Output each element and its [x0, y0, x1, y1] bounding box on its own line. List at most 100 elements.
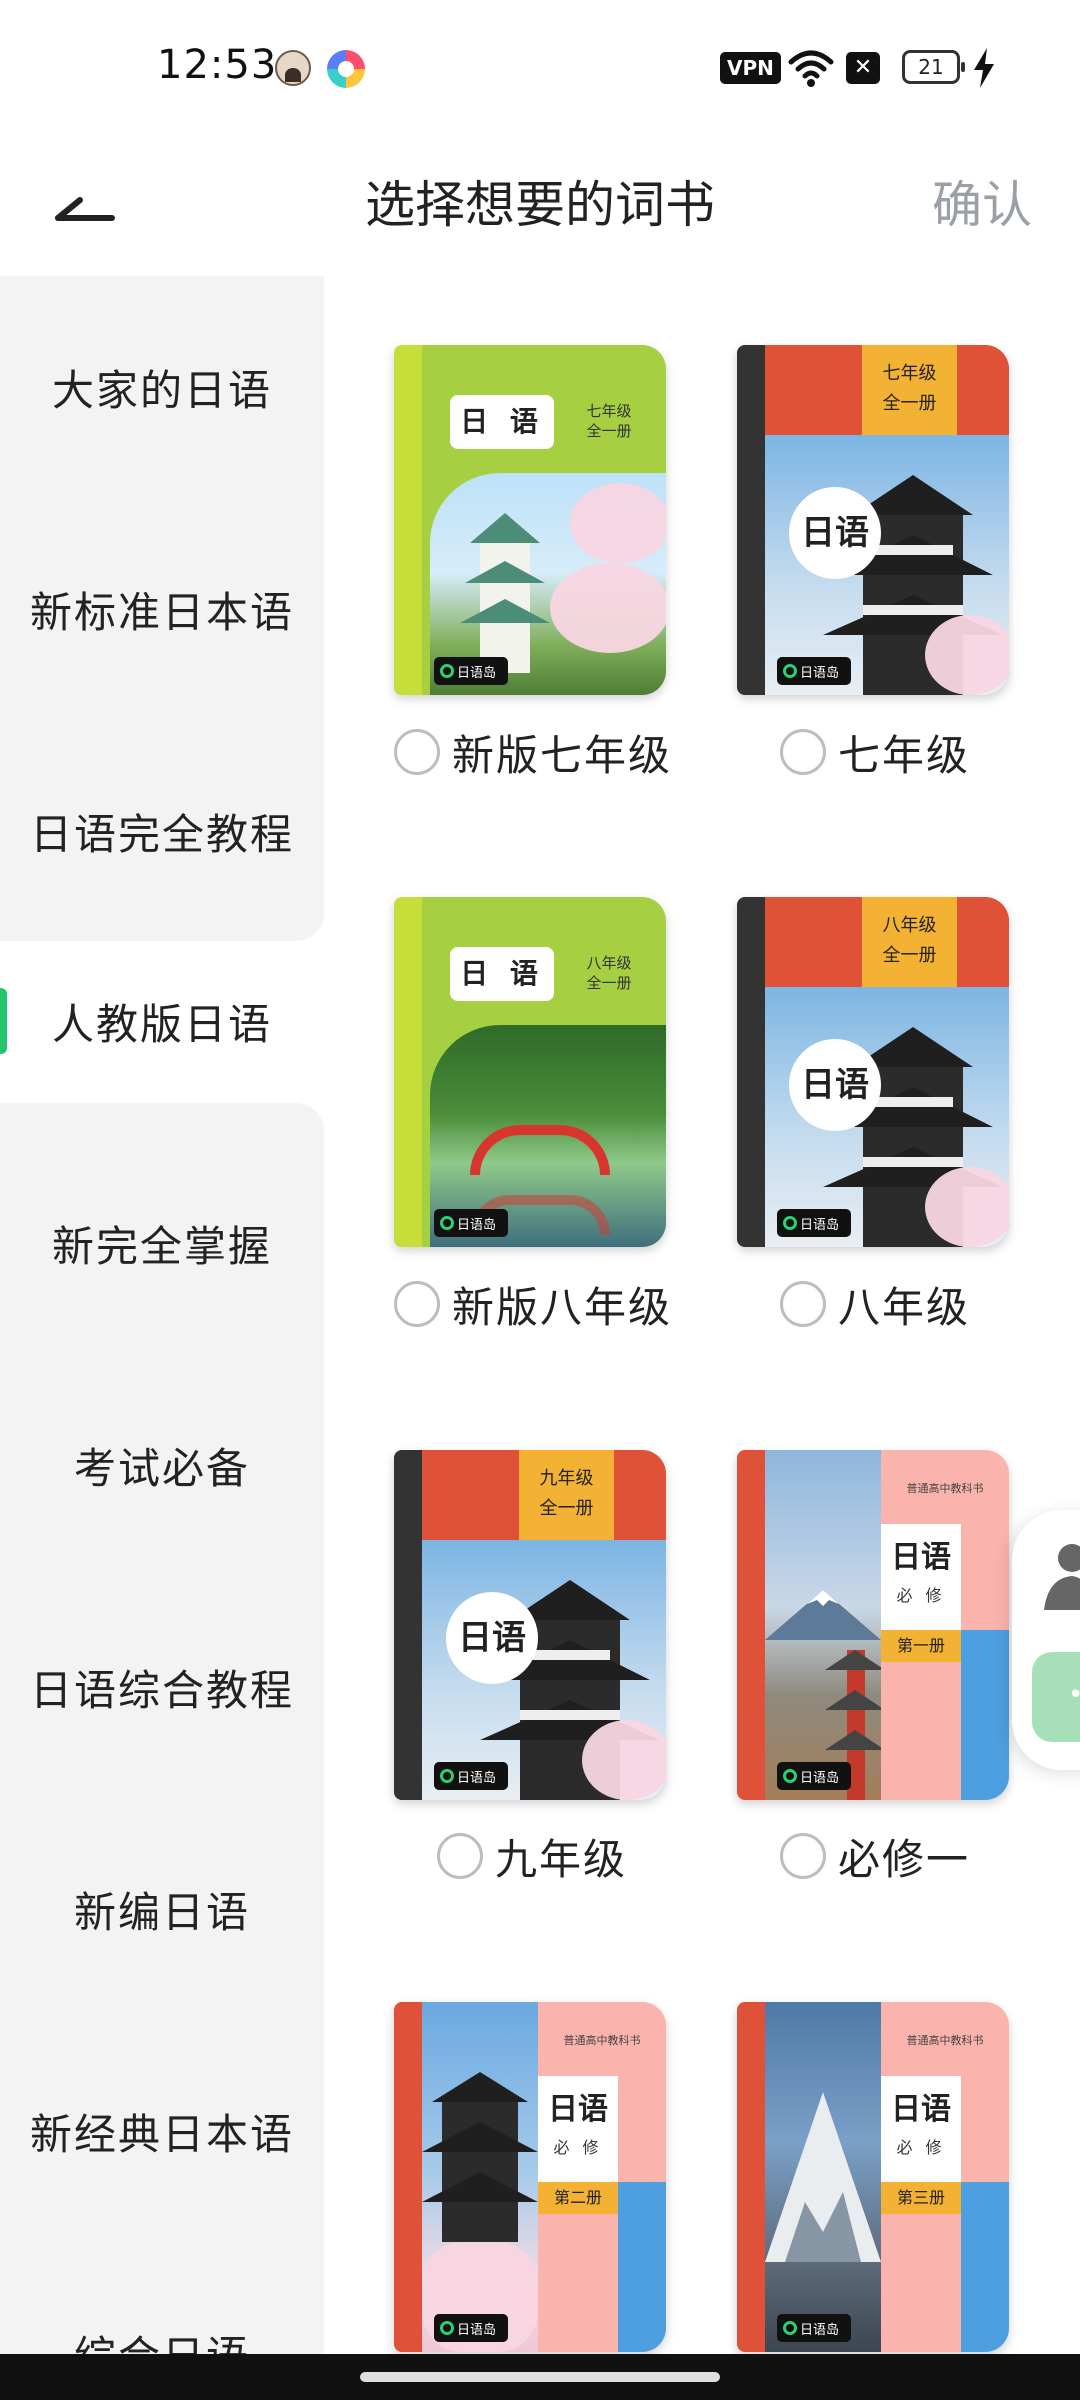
book-option[interactable]: 九年级: [437, 1826, 627, 1886]
book-cover[interactable]: 普通高中教科书 日语 必 修 第一册 日语岛: [737, 1450, 1009, 1800]
sidebar-item-new-kanzen-master[interactable]: 新完全掌握: [0, 1132, 324, 1354]
book-label: 必修一: [838, 1834, 971, 1884]
book-option[interactable]: 七年级: [780, 722, 970, 782]
cover-title: 日语: [891, 2092, 951, 2127]
cover-strip: [618, 2182, 666, 2352]
cover-volume: 第一册: [881, 1630, 961, 1662]
category-sidebar: 大家的日语 新标准日本语 日语完全教程 人教版日语 新完全掌握 考试必备 日语综…: [0, 276, 324, 2354]
cover-photo: [765, 1450, 885, 1800]
book-label: 新版八年级: [452, 1282, 673, 1332]
charging-bolt-icon: [974, 48, 994, 88]
grade-text: 七年级: [586, 402, 632, 420]
book-label: 新版七年级: [452, 730, 673, 780]
chat-button[interactable]: [1032, 1652, 1080, 1742]
cover-series: 普通高中教科书: [563, 2034, 641, 2047]
logo-badge: 日语岛: [434, 1209, 508, 1237]
radio-button[interactable]: [394, 729, 440, 775]
radio-button[interactable]: [394, 1281, 440, 1327]
screen: 12:53 VPN ✕ 21 选择想要的词书 确认 大家的日语 新标准日本语 日…: [0, 0, 1080, 2400]
sidebar-item-new-edition-japanese[interactable]: 新编日语: [0, 1798, 324, 2020]
book-option[interactable]: 八年级: [780, 1274, 970, 1334]
logo-badge: 日语岛: [777, 1762, 851, 1790]
book-spine: [737, 897, 765, 1247]
volume-text: 全一册: [882, 393, 937, 414]
book-label: 九年级: [495, 1834, 628, 1884]
cover-subtitle: 必 修: [896, 2138, 946, 2157]
book-spine: [394, 2002, 422, 2352]
sidebar-item-new-classic-japanese[interactable]: 新经典日本语: [0, 2020, 324, 2242]
logo-badge: 日语岛: [434, 1762, 508, 1790]
cover-title: 日语: [789, 1039, 881, 1131]
sidebar-item-new-standard-japanese[interactable]: 新标准日本语: [0, 498, 324, 720]
book-cover[interactable]: 日 语 七年级 全一册 日语岛: [394, 345, 666, 695]
book-label: 七年级: [838, 730, 971, 780]
cover-volume: 第三册: [881, 2182, 961, 2214]
sidebar-item-minna-no-nihongo[interactable]: 大家的日语: [0, 276, 324, 498]
person-icon: [1044, 1544, 1080, 1610]
pinwheel-icon: [327, 50, 365, 88]
logo-text: 日语岛: [800, 665, 840, 681]
wifi-icon: [788, 50, 834, 87]
book-option[interactable]: 新版八年级: [394, 1274, 672, 1334]
vpn-badge: VPN: [720, 52, 781, 84]
logo-text: 日语岛: [800, 1770, 840, 1786]
castle-illustration: [460, 513, 550, 673]
grade-text: 七年级: [882, 363, 937, 384]
cover-title: 日语: [789, 487, 881, 579]
cover-grade: 八年级 全一册: [862, 897, 957, 987]
mountain-illustration: [765, 2092, 881, 2262]
logo-icon: [783, 2321, 797, 2335]
logo-badge: 日语岛: [777, 1209, 851, 1237]
battery-icon: 21: [902, 50, 965, 84]
cover-photo: [765, 2002, 881, 2352]
cover-title: 日 语: [450, 947, 554, 1001]
castle-illustration: [422, 2072, 538, 2242]
logo-badge: 日语岛: [777, 2314, 851, 2342]
floating-assistant[interactable]: [1012, 1510, 1080, 1770]
cherry-blossom: [582, 1720, 666, 1800]
cover-title: 日语: [446, 1592, 538, 1684]
logo-text: 日语岛: [457, 2322, 497, 2338]
book-cover[interactable]: 普通高中教科书 日语 必 修 第三册 日语岛: [737, 2002, 1009, 2352]
cherry-blossom: [550, 563, 666, 653]
volume-text: 全一册: [586, 974, 632, 992]
book-spine: [737, 345, 765, 695]
logo-icon: [440, 664, 454, 678]
cover-grade: 七年级 全一册: [862, 345, 957, 435]
bridge-illustration: [470, 1125, 610, 1175]
sidebar-item-integrated-japanese[interactable]: 综合日语: [0, 2242, 324, 2355]
sidebar-item-exam-essentials[interactable]: 考试必备: [0, 1354, 324, 1576]
system-nav-bar: [0, 2354, 1080, 2400]
avatar-icon: [275, 50, 311, 86]
book-spine: [737, 2002, 765, 2352]
book-spine: [394, 345, 422, 695]
cover-subtitle: 必 修: [553, 2138, 603, 2157]
home-indicator[interactable]: [360, 2372, 720, 2382]
book-cover[interactable]: 七年级 全一册 日语 日语岛: [737, 345, 1009, 695]
book-cover[interactable]: 八年级 全一册 日语 日语岛: [737, 897, 1009, 1247]
book-cover[interactable]: 九年级 全一册 日语 日语岛: [394, 1450, 666, 1800]
logo-icon: [440, 2321, 454, 2335]
sidebar-item-complete-course[interactable]: 日语完全教程: [0, 720, 324, 942]
sidebar-item-pep-japanese[interactable]: 人教版日语: [0, 910, 324, 1132]
radio-button[interactable]: [780, 1833, 826, 1879]
confirm-button[interactable]: 确认: [932, 160, 1032, 250]
logo-icon: [783, 1216, 797, 1230]
book-option[interactable]: 新版七年级: [394, 722, 672, 782]
cover-photo: [422, 2002, 538, 2352]
radio-button[interactable]: [780, 1281, 826, 1327]
sidebar-item-comprehensive-course[interactable]: 日语综合教程: [0, 1576, 324, 1798]
logo-icon: [440, 1216, 454, 1230]
radio-button[interactable]: [437, 1833, 483, 1879]
close-icon: ✕: [846, 52, 880, 84]
book-spine: [737, 1450, 765, 1800]
back-button[interactable]: [40, 160, 130, 250]
book-cover[interactable]: 日 语 八年级 全一册 日语岛: [394, 897, 666, 1247]
book-cover[interactable]: 普通高中教科书 日语 必 修 第二册 日语岛: [394, 2002, 666, 2352]
page-title: 选择想要的词书: [365, 176, 715, 234]
logo-badge: 日语岛: [434, 2314, 508, 2342]
book-option[interactable]: 必修一: [780, 1826, 970, 1886]
book-spine: [394, 1450, 422, 1800]
logo-text: 日语岛: [457, 1770, 497, 1786]
radio-button[interactable]: [780, 729, 826, 775]
